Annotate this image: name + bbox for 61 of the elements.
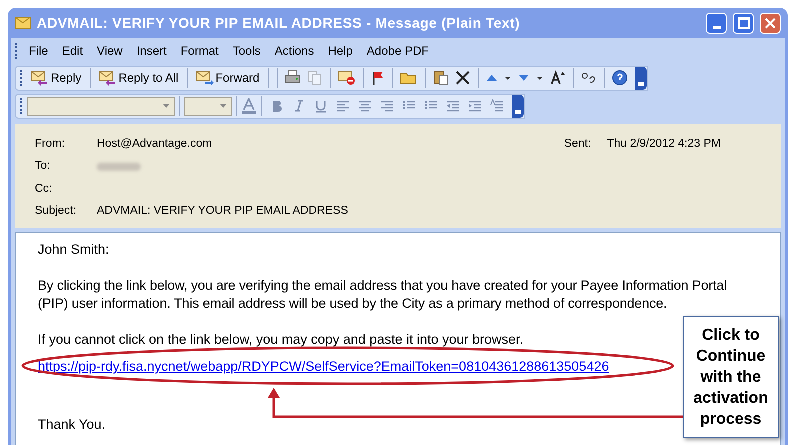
italic-icon[interactable] (292, 99, 306, 113)
help-icon[interactable] (612, 70, 628, 86)
font-size-dropdown[interactable] (184, 96, 232, 116)
menu-item[interactable]: File (22, 42, 56, 60)
menu-item[interactable]: Format (174, 42, 226, 60)
toolbar-options-icon[interactable] (634, 66, 647, 90)
closing: Thank You. (38, 416, 106, 434)
align-center-icon[interactable] (358, 99, 372, 113)
body-paragraph: By clicking the link below, you are verifying the email address that you have created for your Payee Information Portal (PIP) user information. This email address will be used by the City as a primary method of correspondence. (38, 277, 728, 313)
toolbar-options-icon[interactable] (512, 94, 524, 118)
menu-item[interactable]: View (90, 42, 130, 60)
envelope-arrow-icon (98, 70, 117, 86)
underline-icon[interactable] (314, 99, 328, 113)
sent-date: Thu 2/9/2012 4:23 PM (607, 137, 721, 152)
callout-text: Click to Continue with the activation process (692, 326, 770, 430)
sender-address: Host@Advantage.com (97, 137, 214, 152)
close-icon[interactable] (765, 18, 776, 28)
dropdown-arrow-icon[interactable] (163, 104, 170, 108)
envelope-icon (15, 17, 31, 29)
flag-icon[interactable] (370, 70, 385, 86)
maximize-button[interactable] (733, 12, 754, 34)
font-color-icon[interactable] (241, 98, 257, 114)
envelope-block-icon[interactable] (338, 70, 356, 86)
redacted-recipient (97, 162, 141, 171)
close-button[interactable] (760, 12, 781, 34)
envelope-arrow-icon (196, 70, 214, 86)
align-left-icon[interactable] (336, 99, 350, 113)
copy-icon[interactable] (306, 70, 323, 86)
menu-item[interactable]: Edit (55, 42, 90, 60)
field-label: To: (35, 159, 52, 174)
text-style-icon[interactable] (490, 99, 504, 113)
envelope-arrow-icon (31, 70, 49, 86)
body-paragraph: If you cannot click on the link below, you may copy and paste it into your browser. (38, 331, 524, 349)
dropdown-arrow-icon[interactable] (220, 104, 227, 108)
field-label: Cc: (35, 182, 54, 196)
toolbar-button[interactable]: Reply (27, 69, 86, 87)
menu-item[interactable]: Adobe PDF (360, 42, 436, 60)
menu-item[interactable]: Help (321, 42, 360, 60)
outdent-icon[interactable] (446, 99, 460, 113)
printer-icon[interactable] (284, 70, 301, 86)
caret-icon[interactable] (504, 74, 512, 82)
toolbar-button[interactable]: Forward (192, 69, 264, 87)
font-size-icon[interactable] (550, 70, 566, 86)
indent-icon[interactable] (468, 99, 482, 113)
minimize-button[interactable] (706, 12, 727, 34)
greeting: John Smith: (38, 241, 110, 259)
menu-item[interactable]: Tools (226, 42, 268, 60)
delete-icon[interactable] (454, 70, 471, 86)
window-title: ADVMAIL: VERIFY YOUR PIP EMAIL ADDRESS - Message (Plain Text) (37, 14, 522, 33)
paste-icon[interactable] (432, 70, 449, 86)
field-label: From: (35, 137, 66, 152)
toolbar-button[interactable]: Reply to All (94, 69, 183, 87)
menu-item[interactable]: Insert (130, 42, 174, 60)
align-right-icon[interactable] (380, 99, 394, 113)
menu-item[interactable]: Actions (268, 42, 322, 60)
bold-icon[interactable] (270, 99, 284, 113)
field-label: Sent: (564, 137, 592, 152)
field-label: Subject: (35, 204, 78, 219)
subject-value: ADVMAIL: VERIFY YOUR PIP EMAIL ADDRESS (97, 204, 350, 219)
font-name-dropdown[interactable] (27, 96, 175, 116)
caret-icon[interactable] (536, 74, 544, 82)
